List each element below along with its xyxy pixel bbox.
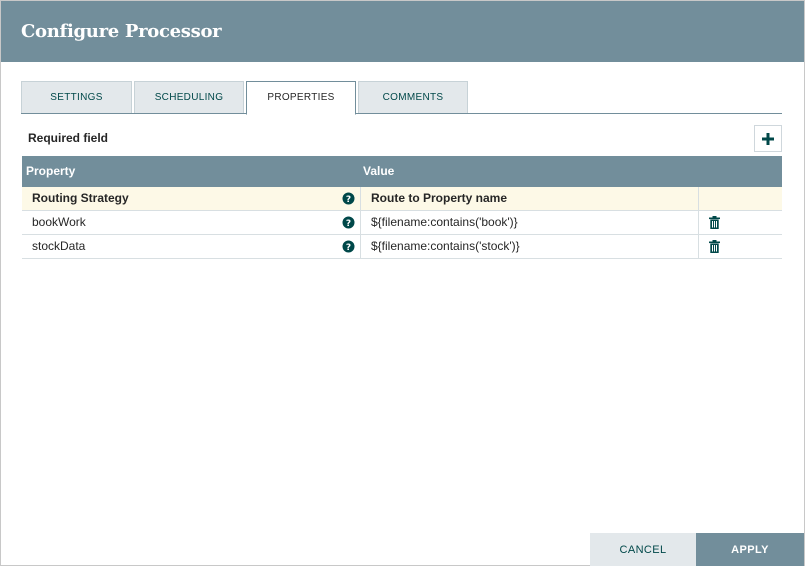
table-row: bookWork ? ${filename:contains('book')} [22, 211, 782, 235]
question-circle-icon[interactable]: ? [342, 216, 355, 229]
trash-icon[interactable] [709, 216, 720, 229]
properties-table: Property Value Routing Strategy ? Route … [22, 156, 782, 259]
tab-bar: SETTINGS SCHEDULING PROPERTIES COMMENTS [21, 81, 782, 115]
table-header: Property Value [22, 156, 782, 187]
trash-icon[interactable] [709, 240, 720, 253]
plus-icon [762, 132, 774, 145]
column-divider [698, 211, 699, 235]
tab-comments[interactable]: COMMENTS [358, 81, 468, 113]
column-divider [360, 211, 361, 235]
property-value[interactable]: ${filename:contains('stock')} [371, 235, 520, 258]
configure-processor-dialog: Configure Processor SETTINGS SCHEDULING … [0, 0, 805, 566]
question-circle-icon[interactable]: ? [342, 192, 355, 205]
column-divider [360, 187, 361, 211]
svg-text:?: ? [346, 219, 351, 229]
add-property-button[interactable] [754, 125, 782, 152]
property-name: Routing Strategy [32, 191, 129, 205]
column-divider [698, 187, 699, 211]
column-header-property: Property [26, 164, 76, 178]
table-row: Routing Strategy ? Route to Property nam… [22, 187, 782, 211]
required-field-label: Required field [28, 131, 109, 145]
svg-text:?: ? [346, 243, 351, 253]
property-name: bookWork [32, 215, 86, 229]
property-value[interactable]: Route to Property name [371, 187, 507, 210]
table-row: stockData ? ${filename:contains('stock')… [22, 235, 782, 259]
dialog-header: Configure Processor [1, 1, 804, 62]
apply-button[interactable]: APPLY [696, 533, 804, 566]
column-header-value: Value [363, 164, 395, 178]
tab-scheduling[interactable]: SCHEDULING [134, 81, 244, 113]
question-circle-icon[interactable]: ? [342, 240, 355, 253]
column-divider [360, 235, 361, 259]
cancel-button[interactable]: CANCEL [590, 533, 696, 566]
tab-settings[interactable]: SETTINGS [21, 81, 132, 113]
tab-properties[interactable]: PROPERTIES [246, 81, 356, 115]
dialog-title: Configure Processor [21, 21, 222, 42]
property-name: stockData [32, 239, 86, 253]
property-value[interactable]: ${filename:contains('book')} [371, 211, 518, 234]
svg-text:?: ? [346, 195, 351, 205]
column-divider [698, 235, 699, 259]
